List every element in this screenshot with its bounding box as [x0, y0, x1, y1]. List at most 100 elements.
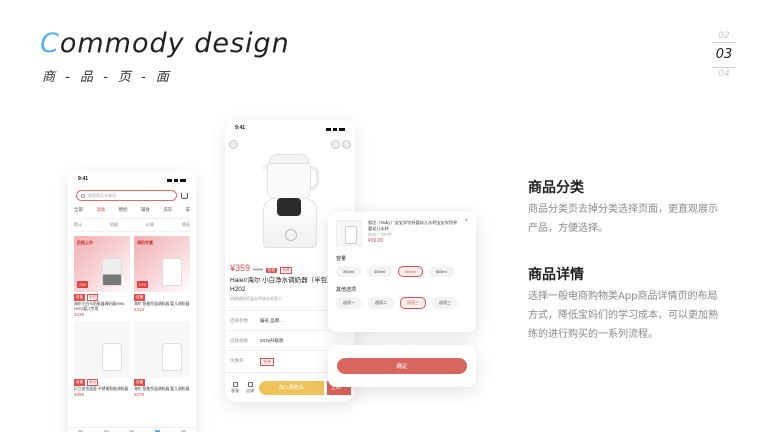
popup-price: ¥99.00 [368, 238, 384, 244]
current-price: ¥359 [230, 263, 251, 273]
kettle-image [261, 154, 319, 254]
tag: 满减 [279, 267, 293, 274]
other-option[interactable]: 选项三 [432, 297, 458, 309]
spec-selection-popup: × 努比（Nuby）宝宝学饮杯婴幼儿水杯宝宝学饮杯婴幼儿水杯 库存：200件 ¥… [328, 212, 476, 332]
product-image [74, 321, 130, 377]
tab-category[interactable]: 消毒 [96, 207, 105, 213]
store-icon [247, 381, 253, 387]
product-card[interactable]: 自营 新品 贝立安恒温壶 不锈钢智能调奶器 ¥358 [74, 321, 130, 397]
store-button[interactable]: 店铺 [244, 381, 256, 394]
search-input[interactable]: 搜索商品关键词 [76, 190, 177, 201]
capacity-options: 300ml 400ml 500ml 600ml [336, 266, 468, 277]
tab-category[interactable]: 安 [185, 207, 190, 213]
status-bar: 9:41 [68, 171, 196, 185]
other-option-selected[interactable]: 选项三 [400, 297, 426, 309]
tab-category[interactable]: 辅食 [141, 207, 150, 213]
more-icon[interactable] [342, 140, 351, 149]
product-card[interactable]: 自营 海尔 智能恒温调奶器 婴儿调奶器 ¥279 [134, 321, 190, 397]
original-price: ¥399 [253, 267, 264, 272]
category-tabs: 全部 消毒 喂奶 辅食 洗衣 安 [74, 207, 190, 213]
capacity-option[interactable]: 400ml [366, 266, 392, 277]
promo-label: 奶瓶上市 [77, 240, 93, 245]
other-option[interactable]: 选项二 [368, 297, 394, 309]
product-price: ¥239 [74, 312, 85, 317]
capacity-option[interactable]: 300ml [336, 266, 361, 277]
page-title: Commody design [40, 28, 290, 59]
other-option[interactable]: 选项一 [336, 297, 362, 309]
product-thumbnail [336, 220, 362, 246]
add-to-cart-button[interactable]: 加入购物车 [259, 380, 324, 395]
tag: 新品 [87, 379, 98, 386]
wifi-icon [174, 179, 178, 182]
tab-category[interactable]: 喂奶 [119, 207, 128, 213]
section-body-detail: 选择一般电商购物类App商品详情页的布局方式，降低宝妈们的学习成本，可以更加熟练… [528, 291, 718, 340]
section-body-category: 商品分类页去掉分类选择页面，更直观展示产品，方便选择。 [528, 204, 718, 234]
capacity-option[interactable]: 600ml [428, 266, 454, 277]
section-heading-category: 商品分类 [528, 180, 584, 196]
kettle-image [162, 258, 182, 286]
close-icon[interactable]: × [464, 218, 468, 224]
confirm-panel: 确定 [328, 345, 476, 387]
confirm-button[interactable]: 确定 [337, 358, 467, 374]
capacity-option-selected[interactable]: 500ml [397, 266, 423, 277]
product-price: ¥358 [74, 392, 85, 397]
tab-category[interactable]: 全部 [74, 207, 83, 213]
tab-category[interactable]: 洗衣 [163, 207, 172, 213]
promo-label: 调奶专属 [137, 240, 153, 245]
other-options-label: 其他选项 [336, 287, 357, 293]
filter-more[interactable]: 筛选 [182, 222, 190, 228]
filter-bar: 默认 销量 价格 筛选 [74, 218, 190, 232]
page-prev[interactable]: 02 [714, 30, 734, 42]
product-name: 海尔小白卡奶瓶器调奶器H9M-H201婴儿专用 [74, 302, 126, 311]
category-phone-mockup: 9:41 搜索商品关键词 全部 消毒 喂奶 辅食 洗衣 安 默认 销量 价格 筛… [68, 171, 196, 432]
product-card[interactable]: 奶瓶上市 239 自营 新品 海尔小白卡奶瓶器调奶器H9M-H201婴儿专用 ¥2… [74, 236, 130, 317]
tag: 新品 [87, 294, 98, 301]
other-options: 选项一 选项二 选项三 选项三 [336, 297, 468, 309]
status-icons [167, 176, 186, 185]
tag: 自营 [266, 268, 277, 273]
kettle-image [162, 343, 182, 371]
search-icon [81, 193, 85, 198]
service-icon [232, 381, 238, 387]
tag: 自营 [74, 294, 85, 301]
wifi-icon [333, 128, 337, 131]
title-rest: ommody design [59, 28, 290, 59]
page-indicator: 02 03 04 [712, 30, 736, 80]
product-price: ¥279 [134, 392, 145, 397]
promo-price-badge: 219 [137, 281, 148, 288]
product-grid: 奶瓶上市 239 自营 新品 海尔小白卡奶瓶器调奶器H9M-H201婴儿专用 ¥2… [74, 236, 190, 397]
cart-icon[interactable] [181, 192, 188, 199]
status-time: 9:41 [235, 125, 246, 131]
kettle-image [102, 258, 122, 286]
pager-divider [712, 42, 736, 43]
product-image: 奶瓶上市 239 [74, 236, 130, 292]
page-subtitle: 商 - 品 - 页 - 面 [42, 70, 172, 85]
page-current: 03 [715, 47, 733, 62]
share-icon[interactable] [331, 140, 340, 149]
section-heading-detail: 商品详情 [528, 267, 584, 283]
filter-sales[interactable]: 销量 [110, 222, 118, 228]
back-icon[interactable] [229, 140, 238, 149]
signal-icon [167, 179, 172, 182]
service-button[interactable]: 客服 [229, 381, 241, 394]
search-row: 搜索商品关键词 [76, 190, 188, 201]
tag: 自营 [134, 294, 145, 301]
search-placeholder: 搜索商品关键词 [88, 192, 116, 198]
signal-icon [326, 128, 331, 131]
bottom-tab-bar [68, 427, 196, 432]
tag: 自营 [134, 379, 145, 386]
popup-product-title: 努比（Nuby）宝宝学饮杯婴幼儿水杯宝宝学饮杯婴幼儿水杯 [368, 220, 458, 231]
status-bar: 9:41 [225, 120, 355, 134]
battery-icon [180, 179, 186, 182]
filter-price[interactable]: 价格 [146, 222, 154, 228]
filter-default[interactable]: 默认 [74, 222, 82, 228]
kettle-image [102, 343, 122, 371]
tag: 自营 [74, 379, 85, 386]
promo-price-badge: 239 [77, 281, 88, 288]
product-image [134, 321, 190, 377]
page-next[interactable]: 04 [714, 68, 734, 80]
status-icons [326, 125, 345, 134]
status-time: 9:41 [78, 176, 89, 182]
product-card[interactable]: 调奶专属 219 自营 海尔 智能恒温调奶器 婴儿调奶器 ¥219 [134, 236, 190, 317]
product-image: 调奶专属 219 [134, 236, 190, 292]
